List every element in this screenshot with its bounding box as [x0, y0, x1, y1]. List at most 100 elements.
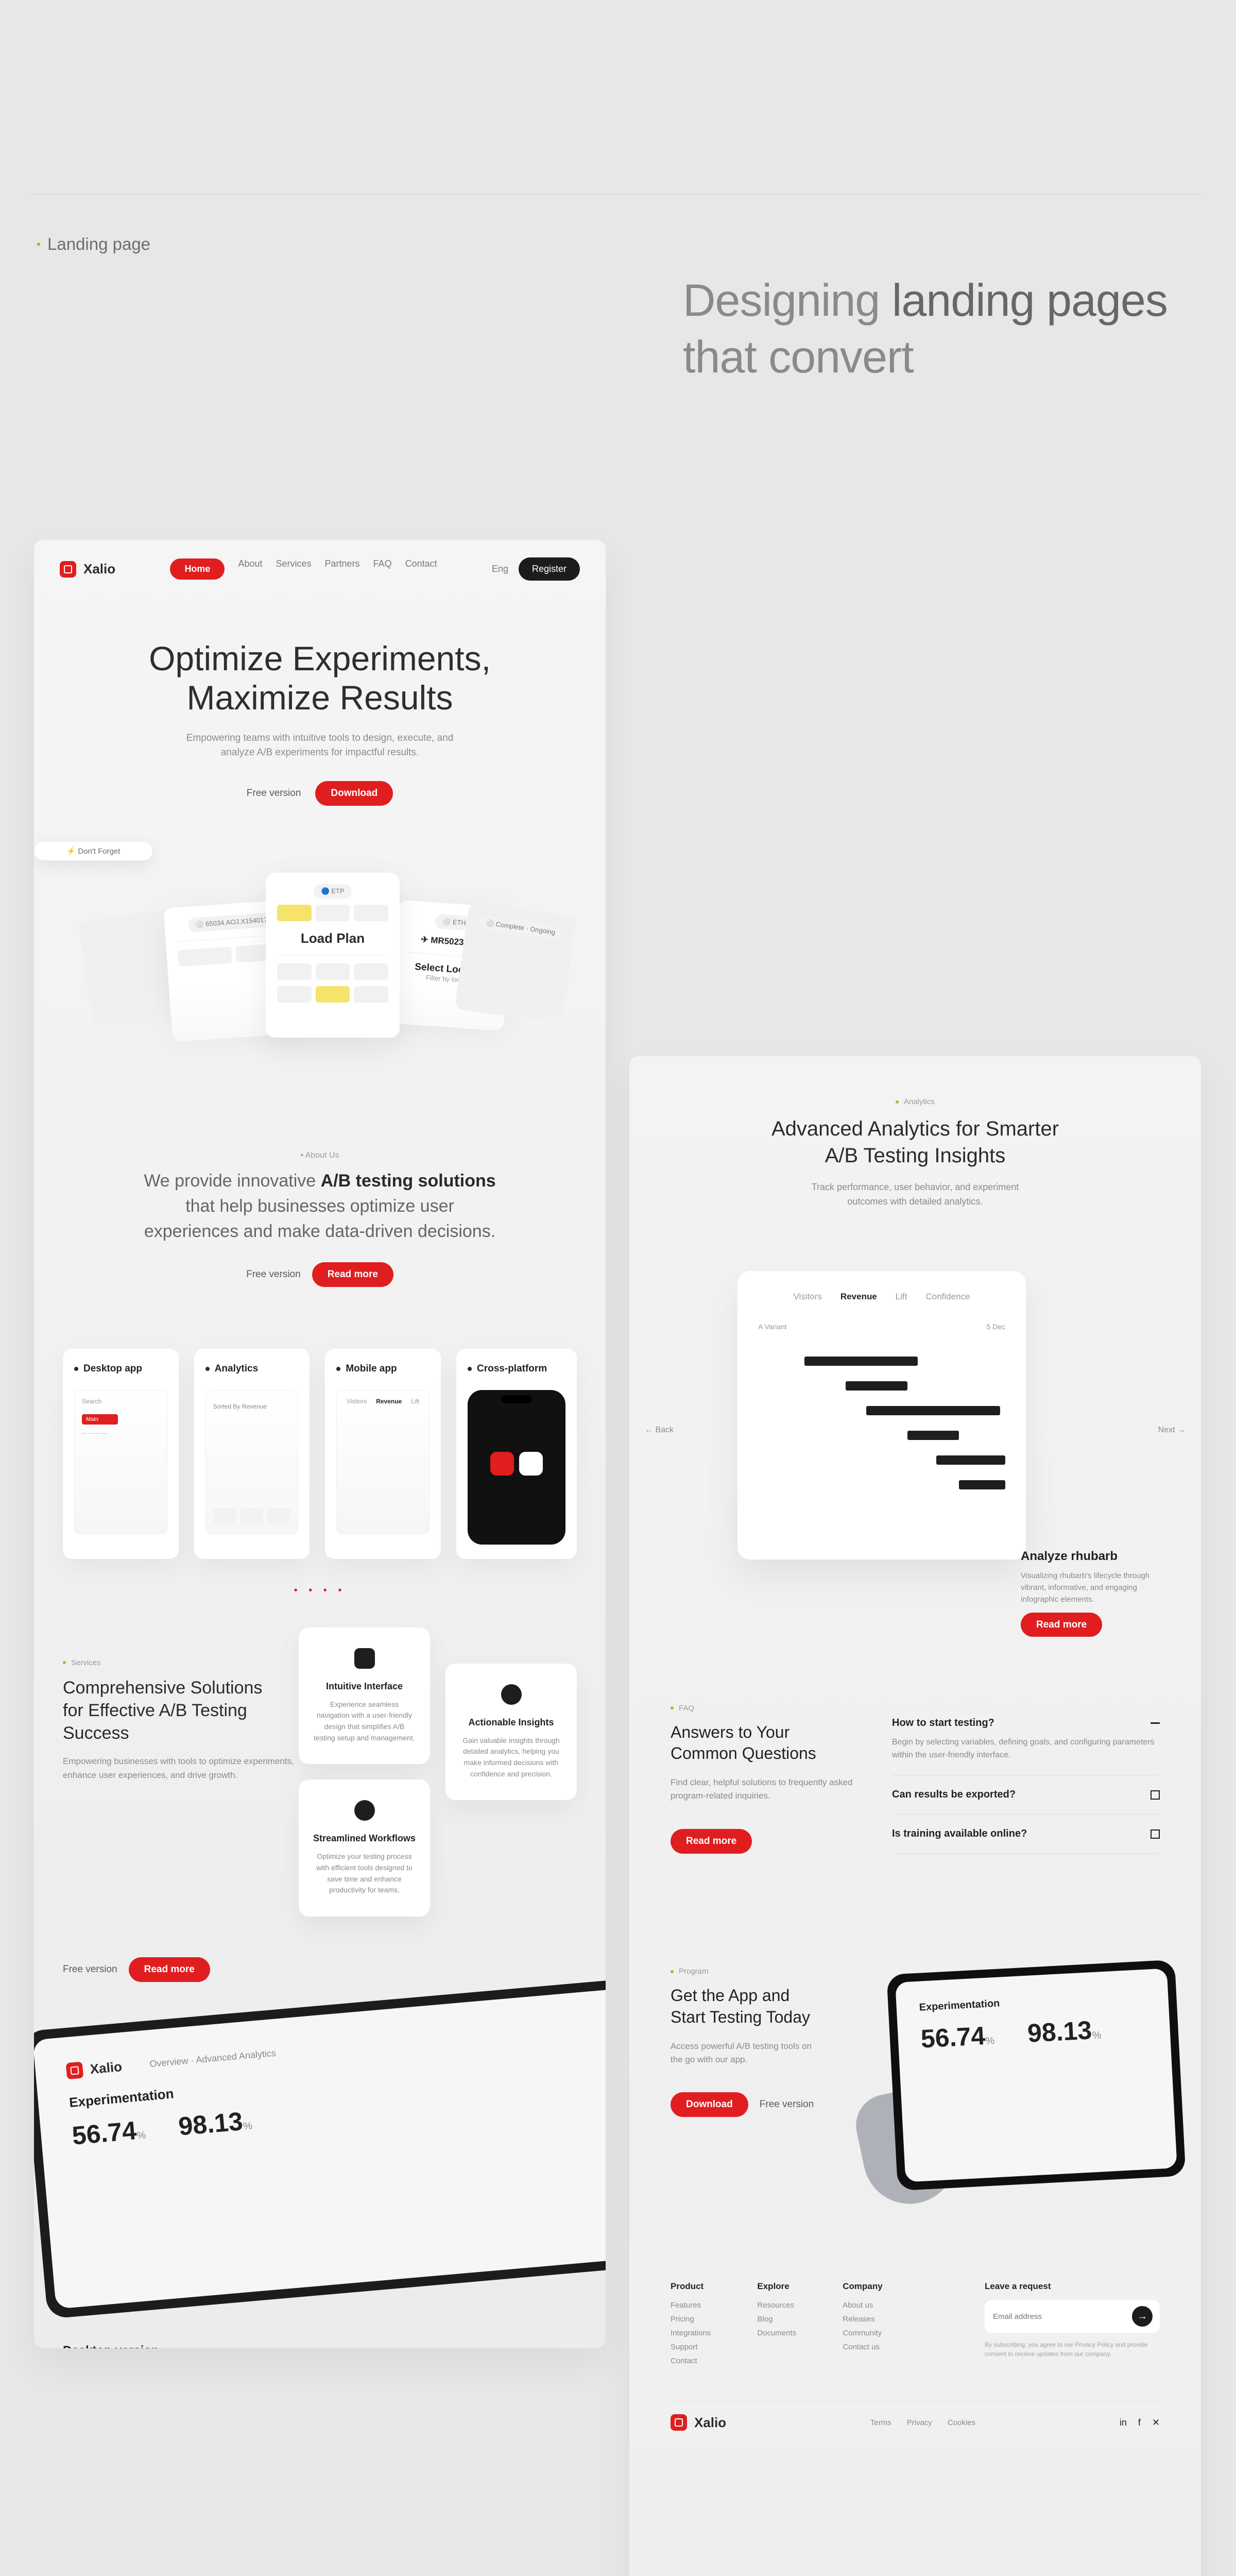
- fcol1-l2[interactable]: Documents: [757, 2329, 796, 2337]
- faq-sub: Find clear, helpful solutions to frequen…: [671, 1776, 856, 1803]
- fcol1-l0[interactable]: Resources: [757, 2301, 796, 2310]
- carousel-dots[interactable]: • • • •: [34, 1585, 606, 1597]
- newsletter-h: Leave a request: [985, 2281, 1160, 2292]
- services-free-link[interactable]: Free version: [63, 1964, 117, 1975]
- tile-analytics-title: Analytics: [215, 1363, 258, 1375]
- hero-free-link[interactable]: Free version: [247, 788, 301, 799]
- analytics-aside: Analyze rhubarb Visualizing rhubarb's li…: [1021, 1549, 1170, 1631]
- footer-cookies[interactable]: Cookies: [948, 2418, 975, 2427]
- about-line1a: We provide innovative: [144, 1171, 320, 1191]
- faq-readmore-button[interactable]: Read more: [671, 1829, 752, 1854]
- analytics-card: Visitors Revenue Lift Confidence A Varia…: [737, 1271, 1026, 1560]
- getapp-free-link[interactable]: Free version: [760, 2099, 814, 2110]
- landing-mock-right: Analytics Advanced Analytics for Smarter…: [629, 1056, 1201, 2576]
- svc2-p: Gain valuable insights through detailed …: [460, 1735, 562, 1780]
- tile1-menu-active: Main: [82, 1414, 118, 1425]
- analytics-eyebrow: Analytics: [904, 1097, 935, 1106]
- nav-partners[interactable]: Partners: [325, 558, 360, 580]
- services-grid: Intuitive Interface Experience seamless …: [299, 1628, 577, 1917]
- svc3-h: Streamlined Workflows: [313, 1833, 416, 1844]
- tablet-device: Xalio Overview · Advanced Analytics Expe…: [34, 1975, 606, 2319]
- footer-terms[interactable]: Terms: [870, 2418, 891, 2427]
- dot-icon: [37, 243, 40, 246]
- anatab0[interactable]: Visitors: [793, 1292, 821, 1302]
- faq0-a: Begin by selecting variables, defining g…: [892, 1736, 1160, 1762]
- svc2-h: Actionable Insights: [460, 1717, 562, 1728]
- nav-about[interactable]: About: [238, 558, 262, 580]
- site-nav: Xalio Home About Services Partners FAQ C…: [34, 540, 606, 598]
- fcol0-l3[interactable]: Support: [671, 2343, 711, 2351]
- fcol2-l0[interactable]: About us: [843, 2301, 882, 2310]
- anatab3[interactable]: Confidence: [925, 1292, 970, 1302]
- anatab1[interactable]: Revenue: [840, 1292, 877, 1302]
- getapp-tablet-heading: Experimentation: [919, 1990, 1146, 2014]
- fcol2-l1[interactable]: Releases: [843, 2315, 882, 2324]
- getapp-kpi1-unit: %: [985, 2036, 995, 2047]
- faq-item-2[interactable]: Is training available online?: [892, 1815, 1160, 1854]
- fcol0-l1[interactable]: Pricing: [671, 2315, 711, 2324]
- app-icon-primary: [490, 1452, 514, 1476]
- services-readmore-button[interactable]: Read more: [129, 1957, 210, 1982]
- register-button[interactable]: Register: [519, 557, 580, 581]
- kpi1-val: 56.74: [71, 2116, 138, 2150]
- float-card-5: ⚪ Complete · Ongoing: [454, 902, 576, 1024]
- section-tag-label: Landing page: [47, 234, 150, 254]
- linkedin-icon[interactable]: in: [1120, 2417, 1127, 2428]
- nav-services[interactable]: Services: [276, 558, 312, 580]
- newsletter-submit[interactable]: →: [1132, 2306, 1153, 2327]
- brand-name: Xalio: [83, 561, 115, 577]
- t3-tab0: Visitors: [347, 1398, 367, 1405]
- nav-faq[interactable]: FAQ: [373, 558, 392, 580]
- nav-links: Home About Services Partners FAQ Contact: [115, 558, 492, 580]
- tile-mobile: Mobile app Visitors Revenue Lift: [325, 1349, 441, 1559]
- lang-switch[interactable]: Eng: [492, 564, 508, 574]
- kpi1-unit: %: [136, 2129, 147, 2141]
- about-free-link[interactable]: Free version: [246, 1269, 301, 1280]
- getapp-kpi2-unit: %: [1092, 2030, 1102, 2042]
- x-icon[interactable]: ✕: [1152, 2417, 1160, 2428]
- fcol0-l0[interactable]: Features: [671, 2301, 711, 2310]
- about-readmore-button[interactable]: Read more: [312, 1262, 393, 1287]
- newsletter-legal: By subscribing, you agree to our Privacy…: [985, 2340, 1160, 2359]
- footer-brand[interactable]: Xalio: [671, 2414, 726, 2431]
- nav-contact[interactable]: Contact: [405, 558, 437, 580]
- getapp-download-button[interactable]: Download: [671, 2092, 748, 2117]
- analytics-title-l1: Advanced Analytics for Smarter: [771, 1117, 1059, 1140]
- badge-icon: [501, 1684, 522, 1705]
- footer-col-explore: Explore Resources Blog Documents: [757, 2281, 796, 2370]
- anatab2[interactable]: Lift: [896, 1292, 907, 1302]
- dot-icon: [671, 1706, 674, 1709]
- fcol0-l4[interactable]: Contact: [671, 2357, 711, 2365]
- brand[interactable]: Xalio: [60, 561, 115, 578]
- dot-icon: [671, 1970, 674, 1973]
- fcol2-h: Company: [843, 2281, 882, 2292]
- four-up-tiles: Desktop app Search Main — — — — Analytic…: [34, 1318, 606, 1580]
- faq-item-0[interactable]: How to start testing? Begin by selecting…: [892, 1704, 1160, 1776]
- services-title: Comprehensive Solutions for Effective A/…: [63, 1676, 279, 1745]
- dot-icon: [896, 1100, 899, 1104]
- fcol1-l1[interactable]: Blog: [757, 2315, 796, 2324]
- fc5-tag: ⚪ Complete · Ongoing: [477, 914, 563, 941]
- hand-tablet: Experimentation 56.74% 98.13%: [886, 1960, 1186, 2191]
- newsletter-input[interactable]: [992, 2312, 1132, 2321]
- faq-item-1[interactable]: Can results be exported?: [892, 1775, 1160, 1815]
- getapp-title: Get the App and Start Testing Today: [671, 1985, 856, 2028]
- fcol2-l2[interactable]: Community: [843, 2329, 882, 2337]
- hero-title-l1: Optimize Experiments,: [149, 639, 491, 677]
- nav-home[interactable]: Home: [170, 558, 225, 580]
- t3-tab1: Revenue: [376, 1398, 402, 1405]
- pager-back[interactable]: ← Back: [645, 1426, 674, 1435]
- fc3-tag: 🔵 ETP: [314, 884, 351, 899]
- facebook-icon[interactable]: f: [1138, 2417, 1141, 2428]
- tile2-sort: Sorted By Revenue: [213, 1403, 267, 1410]
- site-footer: Product Features Pricing Integrations Su…: [629, 2245, 1201, 2446]
- analytics-title-l2: A/B Testing Insights: [825, 1144, 1006, 1167]
- fcol2-l3[interactable]: Contact us: [843, 2343, 882, 2351]
- t3-tab2: Lift: [411, 1398, 419, 1405]
- fc3-label: Load Plan: [277, 930, 388, 946]
- fcol0-l2[interactable]: Integrations: [671, 2329, 711, 2337]
- footer-privacy[interactable]: Privacy: [907, 2418, 932, 2427]
- pager-next[interactable]: Next →: [1158, 1426, 1186, 1435]
- hero-download-button[interactable]: Download: [315, 781, 393, 806]
- aside-readmore-button[interactable]: Read more: [1021, 1613, 1102, 1637]
